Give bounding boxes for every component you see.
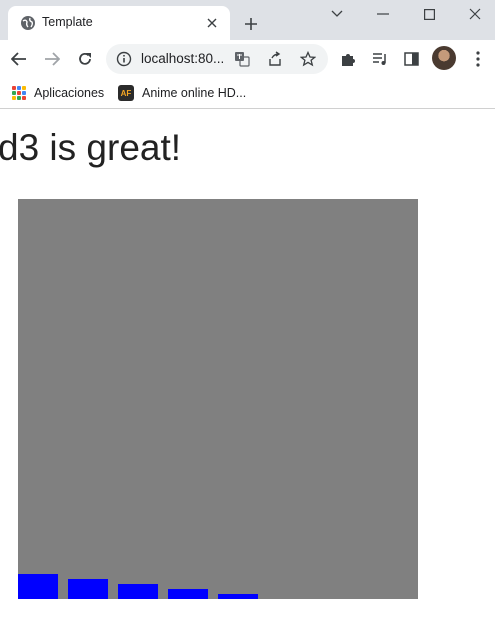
extensions-puzzle-icon[interactable]: [336, 47, 360, 71]
reload-icon[interactable]: [73, 47, 97, 71]
url-text[interactable]: localhost:80...: [141, 51, 224, 66]
media-control-icon[interactable]: [368, 47, 392, 71]
bookmark-label: Anime online HD...: [142, 86, 247, 100]
tab-title: Template: [42, 15, 93, 29]
browser-tab[interactable]: Template: [8, 6, 230, 40]
bookmark-apps[interactable]: Aplicaciones: [12, 82, 104, 104]
tab-search-chevron-down-icon[interactable]: [322, 4, 352, 24]
animeflv-icon: AF: [118, 85, 134, 101]
profile-avatar[interactable]: [432, 46, 456, 70]
bookmark-star-icon[interactable]: [300, 51, 316, 67]
close-window-icon[interactable]: [460, 4, 490, 24]
page-content: d3 is great!: [0, 109, 495, 619]
bookmarks-bar: Aplicaciones AF Anime online HD...: [0, 78, 495, 109]
side-panel-icon[interactable]: [399, 47, 423, 71]
page-heading: d3 is great!: [0, 127, 182, 168]
minimize-icon[interactable]: [368, 4, 398, 24]
share-icon[interactable]: [267, 51, 283, 67]
close-tab-icon[interactable]: [204, 15, 220, 31]
title-bar: Template: [0, 0, 495, 40]
apps-grid-icon: [12, 86, 26, 100]
bar-3: [168, 589, 208, 599]
bookmark-anime-online[interactable]: AF Anime online HD...: [118, 82, 246, 104]
bar-0: [18, 574, 58, 599]
chart-background: [18, 199, 418, 599]
forward-arrow-icon[interactable]: [40, 47, 64, 71]
bar-1: [68, 579, 108, 599]
bar-4: [218, 594, 258, 599]
translate-icon[interactable]: [234, 51, 250, 67]
new-tab-plus-icon[interactable]: [240, 13, 262, 35]
bar-chart: [18, 199, 418, 599]
bar-2: [118, 584, 158, 599]
back-arrow-icon[interactable]: [7, 47, 31, 71]
site-info-icon[interactable]: [116, 51, 132, 67]
address-bar[interactable]: localhost:80...: [106, 44, 328, 74]
more-menu-icon[interactable]: [466, 47, 490, 71]
globe-icon: [21, 16, 35, 30]
toolbar: localhost:80...: [0, 40, 495, 78]
maximize-icon[interactable]: [414, 4, 444, 24]
bookmark-label: Aplicaciones: [34, 86, 105, 100]
